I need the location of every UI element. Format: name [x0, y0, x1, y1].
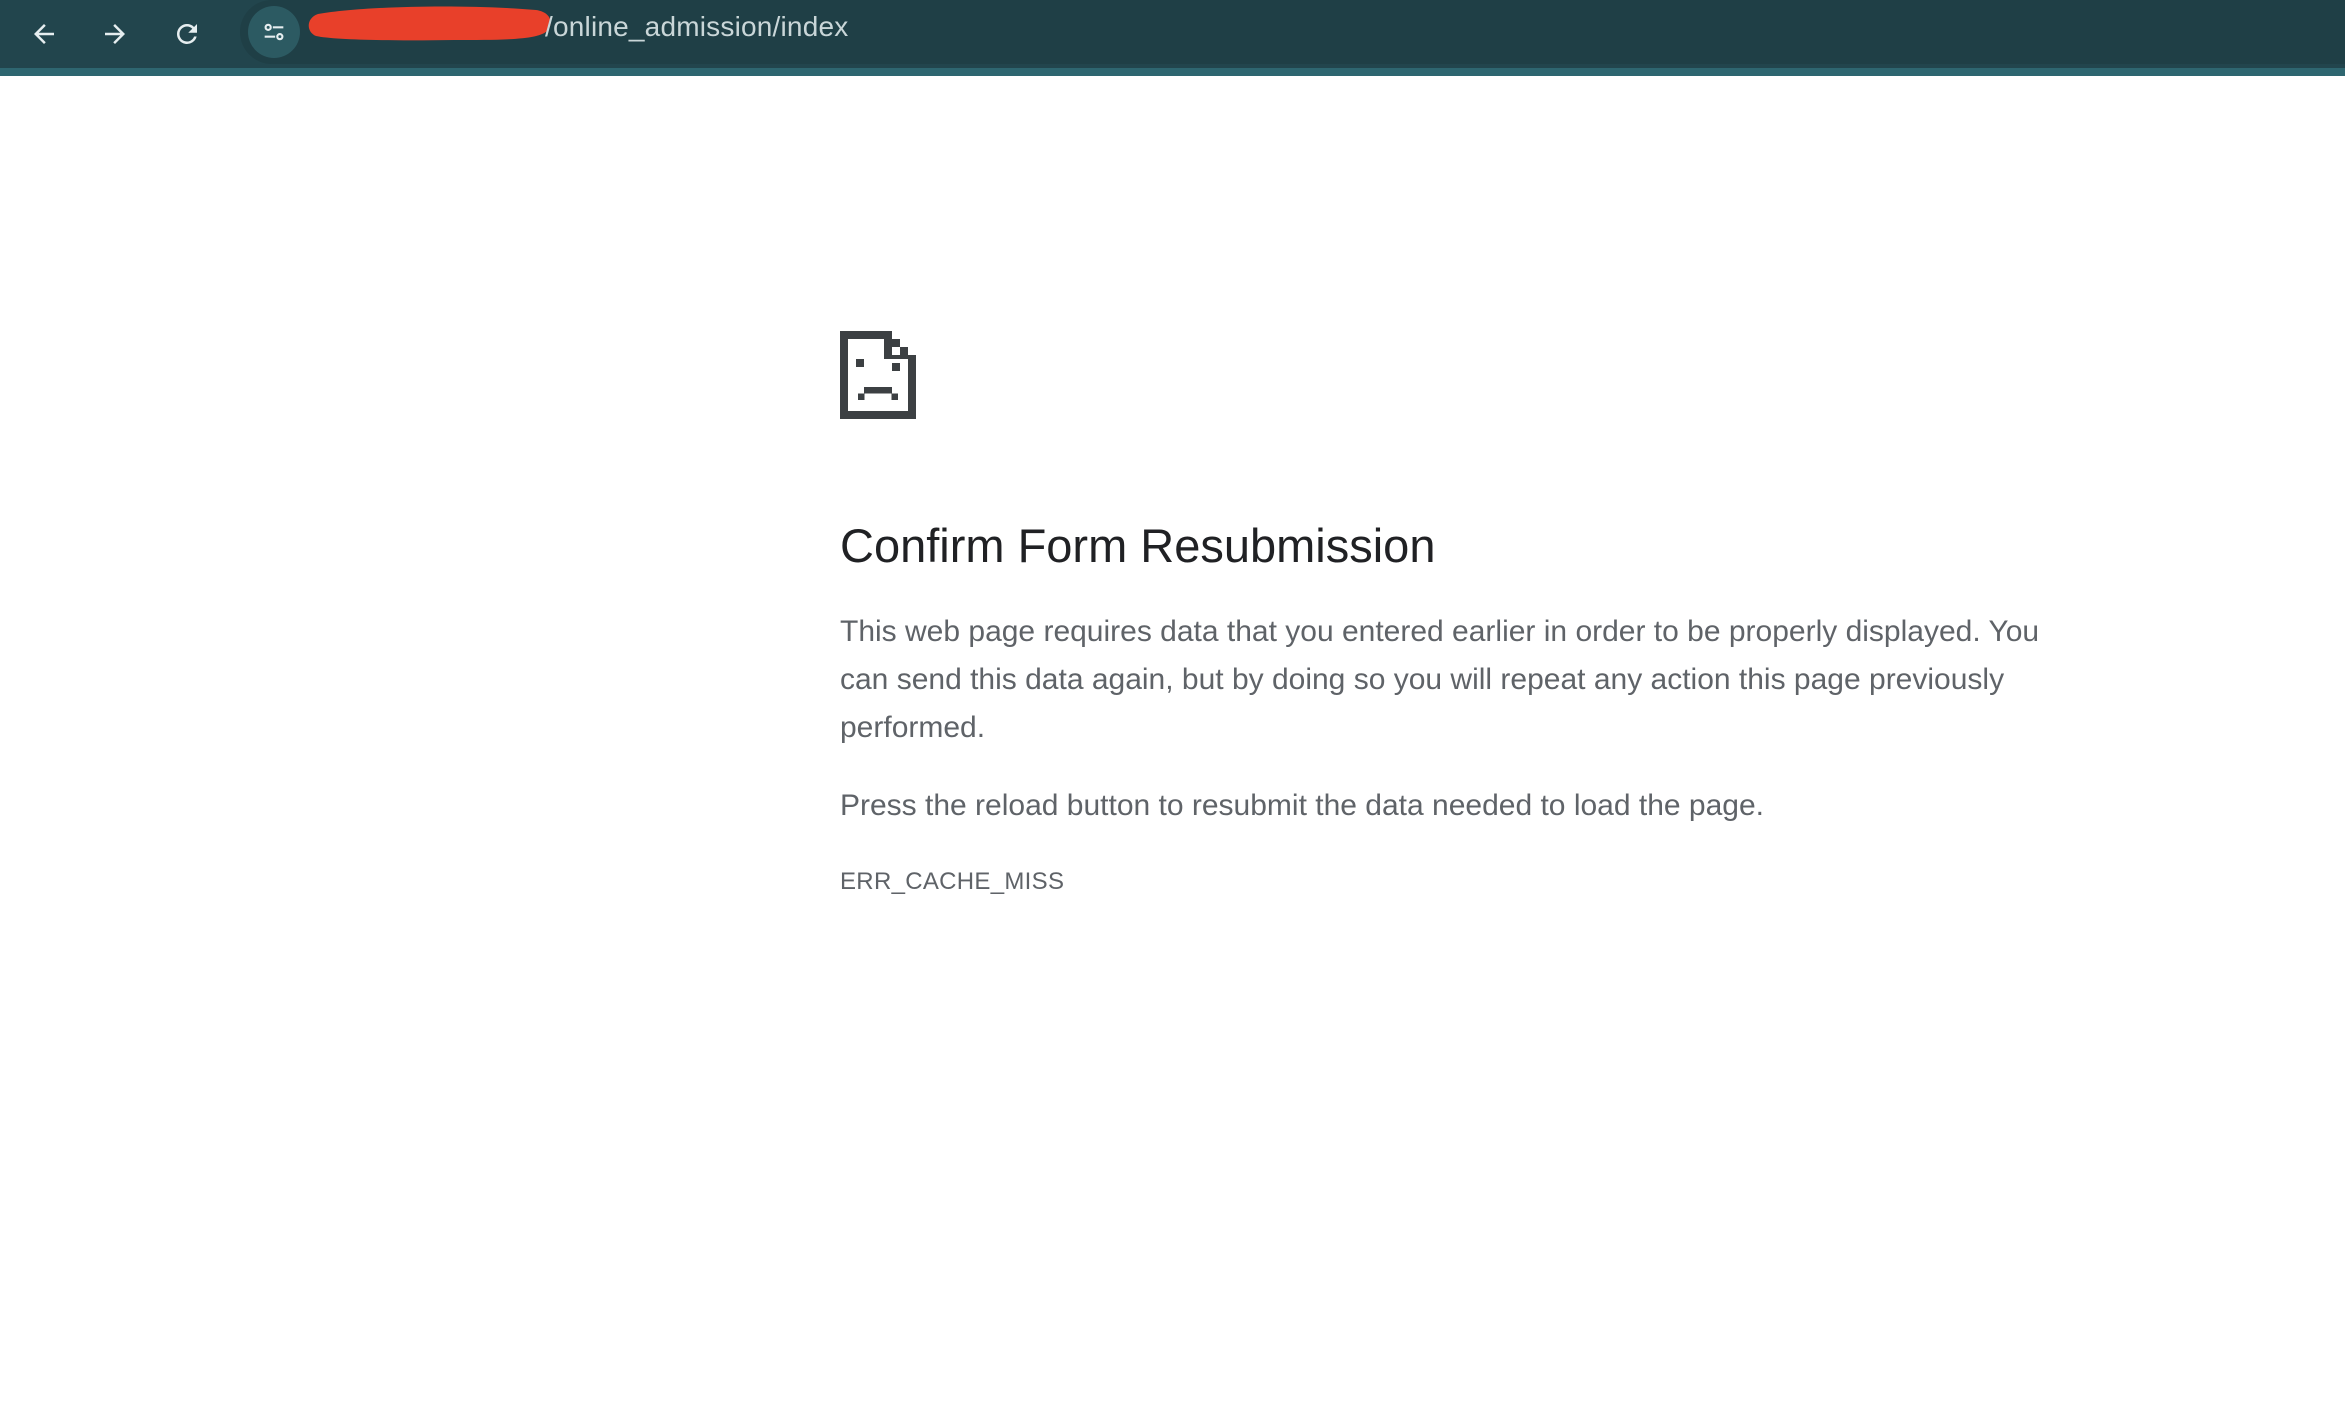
back-button[interactable] — [16, 6, 72, 62]
url-text: /online_admission/index — [545, 11, 849, 42]
error-description: This web page requires data that you ent… — [840, 615, 2040, 745]
redaction-mark — [308, 6, 551, 41]
tune-icon — [264, 23, 284, 41]
forward-button[interactable] — [87, 6, 143, 62]
arrow-right-icon — [105, 24, 125, 44]
error-instruction: Press the reload button to resubmit the … — [840, 789, 1764, 823]
error-content: Confirm Form Resubmission This web page … — [840, 330, 2080, 896]
address-bar[interactable]: /online_admission/index — [240, 0, 2345, 64]
reload-icon — [176, 23, 197, 44]
site-info-button[interactable] — [248, 6, 300, 58]
error-code: ERR_CACHE_MISS — [840, 868, 1065, 896]
arrow-left-icon — [34, 24, 54, 44]
error-title: Confirm Form Resubmission — [840, 519, 1436, 572]
browser-toolbar: /online_admission/index — [0, 0, 2345, 76]
sad-document-icon — [840, 331, 916, 419]
reload-button[interactable] — [159, 6, 215, 62]
